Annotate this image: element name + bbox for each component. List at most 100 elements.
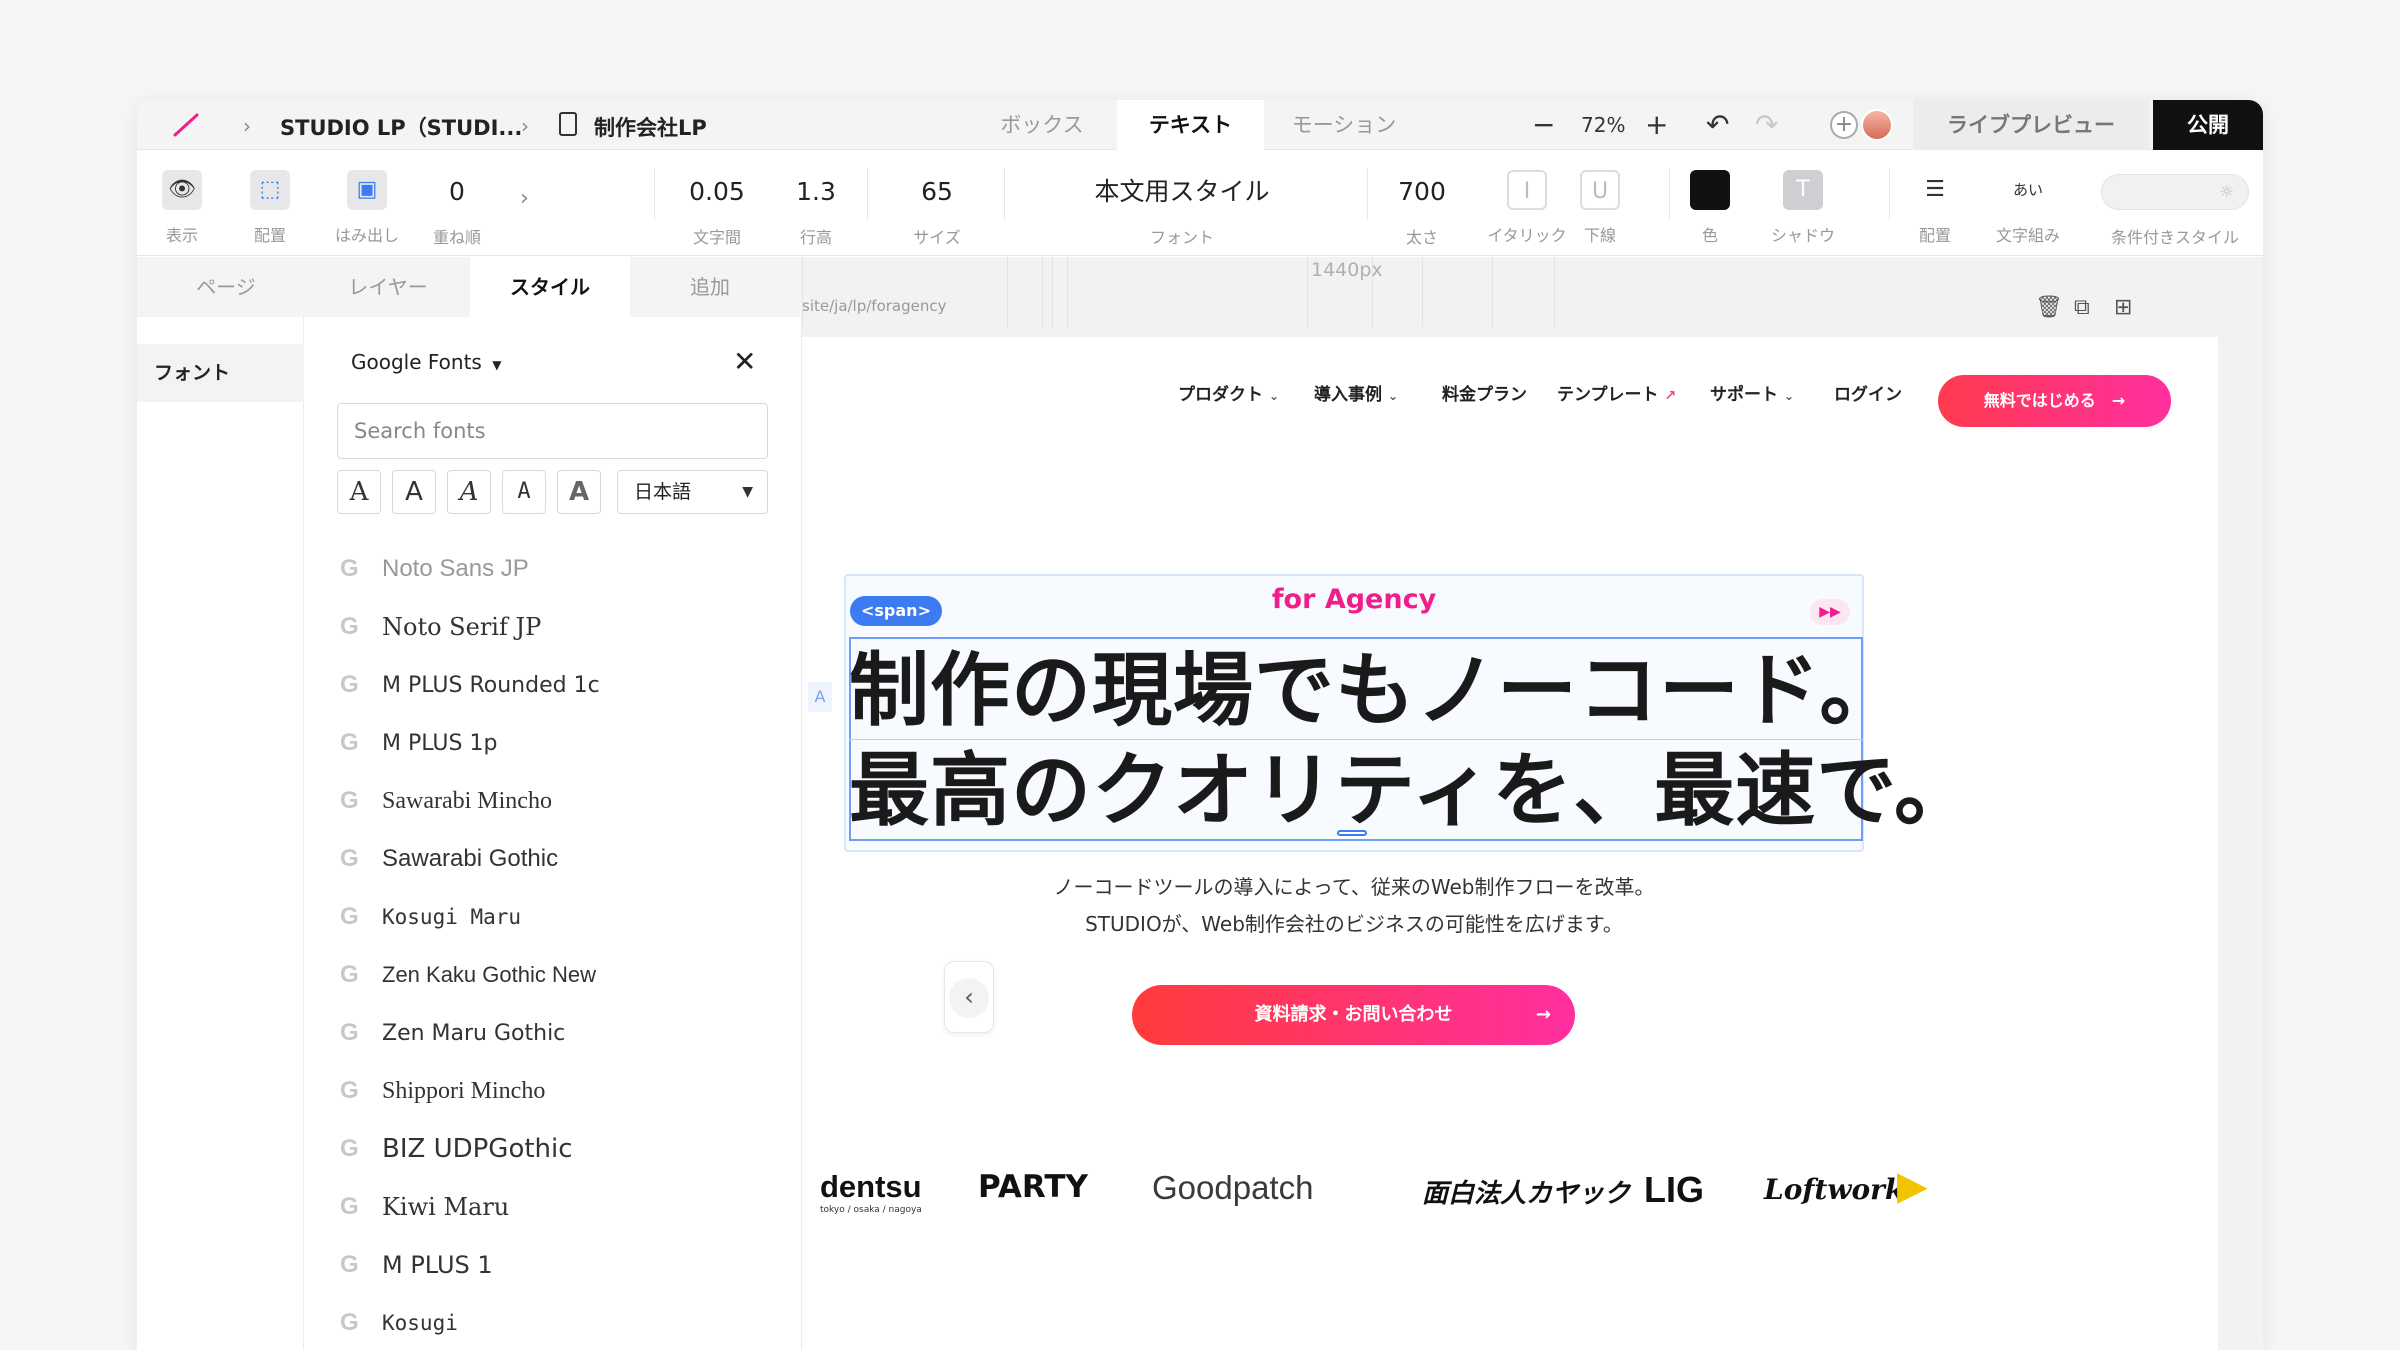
category-font[interactable]: フォント (137, 344, 304, 402)
contact-button[interactable]: 資料請求・お問い合わせ → (1132, 985, 1575, 1045)
letter-spacing-value[interactable]: 0.05 (667, 172, 767, 212)
font-item[interactable]: G Sawarabi Mincho (340, 772, 780, 830)
typesetting-icon: あい (2012, 181, 2043, 199)
text-style-handle-icon[interactable]: A (808, 682, 832, 712)
invite-add-icon[interactable]: + (1830, 111, 1858, 139)
font-search-input[interactable] (337, 403, 768, 459)
underline-control[interactable]: U 下線 (1565, 150, 1635, 256)
font-item[interactable]: G BIZ UDPGothic (340, 1120, 780, 1178)
font-item[interactable]: G Shippori Mincho (340, 1062, 780, 1120)
filter-script-button[interactable]: A (447, 470, 491, 514)
font-weight-value[interactable]: 700 (1377, 172, 1467, 212)
conditional-style-control[interactable]: ☼ 条件付きスタイル (2095, 150, 2255, 256)
font-name: Kiwi Maru (382, 1193, 510, 1221)
nav-cases[interactable]: 導入事例 ⌄ (1314, 380, 1398, 405)
underline-label: 下線 (1583, 226, 1616, 245)
font-picker-panel: Google Fonts ▼ ✕ A A A A A 日本語 ▼ G Noto S… (304, 317, 802, 1350)
avatar[interactable] (1861, 109, 1893, 141)
visibility-control[interactable]: 👁 表示 (152, 150, 212, 256)
font-family-value[interactable]: 本文用スタイル (1037, 172, 1327, 212)
motion-icon[interactable]: ▶▶ (1810, 599, 1850, 625)
font-weight-control[interactable]: 700 太さ (1377, 150, 1467, 256)
font-family-control[interactable]: 本文用スタイル フォント (1037, 150, 1327, 256)
live-preview-button[interactable]: ライブプレビュー (1913, 100, 2149, 150)
overflow-control[interactable]: ▣ はみ出し (327, 150, 407, 256)
font-item[interactable]: G Zen Maru Gothic (340, 1004, 780, 1062)
tab-text[interactable]: テキスト (1117, 100, 1264, 150)
nav-pricing[interactable]: 料金プラン (1442, 380, 1527, 405)
font-item[interactable]: G Zen Kaku Gothic New (340, 946, 780, 1004)
tab-pages[interactable]: ページ (146, 257, 306, 317)
duplicate-page-icon[interactable]: ⧉ (2074, 295, 2090, 320)
tab-add[interactable]: 追加 (630, 257, 790, 317)
canvas[interactable]: 1440px site/ja/lp/foragency 🗑 ⧉ ⊞ プロダクト ⌄… (802, 257, 2263, 1350)
shadow-control[interactable]: T シャドウ (1763, 150, 1843, 256)
font-item[interactable]: G M PLUS 1p (340, 714, 780, 772)
z-order-value[interactable]: 0 (417, 172, 497, 212)
logo-dentsu: dentsu (820, 1169, 922, 1204)
divider (867, 168, 868, 220)
placement-control[interactable]: ⬚ 配置 (240, 150, 300, 256)
font-size-control[interactable]: 65 サイズ (887, 150, 987, 256)
breadcrumb-page[interactable]: 制作会社LP (594, 112, 707, 142)
typesetting-control[interactable]: あい 文字組み (1988, 150, 2068, 256)
letter-spacing-control[interactable]: 0.05 文字間 (667, 150, 767, 256)
studio-logo-icon[interactable] (171, 112, 201, 138)
tab-motion[interactable]: モーション (1264, 100, 1424, 150)
chevron-right-icon: › (521, 114, 529, 138)
prev-page-button[interactable]: ‹ (944, 961, 994, 1033)
google-icon: G (340, 729, 359, 756)
color-control[interactable]: 色 (1680, 150, 1740, 256)
italic-control[interactable]: I イタリック (1477, 150, 1577, 256)
z-order-control[interactable]: 0 重ね順 (417, 150, 497, 256)
tab-layers[interactable]: レイヤー (308, 257, 468, 317)
font-source-dropdown[interactable]: Google Fonts ▼ (351, 350, 501, 374)
font-item[interactable]: G Noto Serif JP (340, 598, 780, 656)
redo-icon[interactable]: ↷ (1755, 108, 1778, 141)
headline[interactable]: 制作の現場でもノーコード。 最高のクオリティを、最速で。 (849, 641, 1974, 841)
language-select[interactable]: 日本語 ▼ (617, 470, 768, 514)
nav-products[interactable]: プロダクト ⌄ (1178, 380, 1279, 405)
publish-button[interactable]: 公開 (2153, 100, 2263, 150)
tab-styles[interactable]: スタイル (470, 257, 630, 317)
underline-icon: U (1580, 170, 1620, 210)
line-height-control[interactable]: 1.3 行高 (771, 150, 861, 256)
close-icon[interactable]: ✕ (733, 345, 756, 378)
eyebrow-text[interactable]: for Agency (802, 584, 1906, 615)
google-icon: G (340, 671, 359, 698)
resize-handle[interactable] (1337, 830, 1367, 836)
font-item[interactable]: G Noto Sans JP (340, 540, 780, 598)
font-size-value[interactable]: 65 (887, 172, 987, 212)
add-page-icon[interactable]: ⊞ (2114, 295, 2132, 320)
nav-templates[interactable]: テンプレート ↗ (1557, 380, 1676, 405)
description[interactable]: ノーコードツールの導入によって、従来のWeb制作フローを改革。 STUDIOが、… (802, 869, 1906, 943)
line-height-value[interactable]: 1.3 (771, 172, 861, 212)
nav-support[interactable]: サポート ⌄ (1710, 380, 1794, 405)
breadcrumb-project[interactable]: STUDIO LP（STUDI... (280, 112, 522, 142)
tab-box[interactable]: ボックス (967, 100, 1117, 150)
conditional-style-field[interactable]: ☼ (2101, 174, 2249, 210)
external-link-icon: ↗ (1664, 388, 1677, 404)
signup-button[interactable]: 無料ではじめる → (1938, 375, 2171, 427)
font-item[interactable]: G Kiwi Maru (340, 1178, 780, 1236)
font-item[interactable]: G Kosugi Maru (340, 888, 780, 946)
font-item[interactable]: G M PLUS Rounded 1c (340, 656, 780, 714)
font-item[interactable]: G Sawarabi Gothic (340, 830, 780, 888)
font-item[interactable]: G Kosugi (340, 1294, 780, 1350)
page-preview[interactable]: プロダクト ⌄ 導入事例 ⌄ 料金プラン テンプレート ↗ サポート ⌄ ログイン 無料… (802, 337, 2218, 1350)
text-align-control[interactable]: ☰ 配置 (1905, 150, 1965, 256)
chevron-down-icon: ⌄ (1269, 389, 1280, 403)
divider (1367, 168, 1368, 220)
zoom-in-button[interactable]: + (1645, 108, 1668, 141)
chevron-right-icon[interactable]: › (520, 186, 529, 211)
nav-login[interactable]: ログイン (1834, 380, 1902, 405)
undo-icon[interactable]: ↶ (1706, 108, 1729, 141)
filter-sans-button[interactable]: A (392, 470, 436, 514)
font-item[interactable]: G M PLUS 1 (340, 1236, 780, 1294)
filter-serif-button[interactable]: A (337, 470, 381, 514)
filter-display-button[interactable]: A (557, 470, 601, 514)
zoom-out-button[interactable]: − (1532, 108, 1555, 141)
filter-mono-button[interactable]: A (502, 470, 546, 514)
trash-icon[interactable]: 🗑 (2035, 295, 2063, 320)
zoom-level[interactable]: 72% (1581, 113, 1625, 137)
